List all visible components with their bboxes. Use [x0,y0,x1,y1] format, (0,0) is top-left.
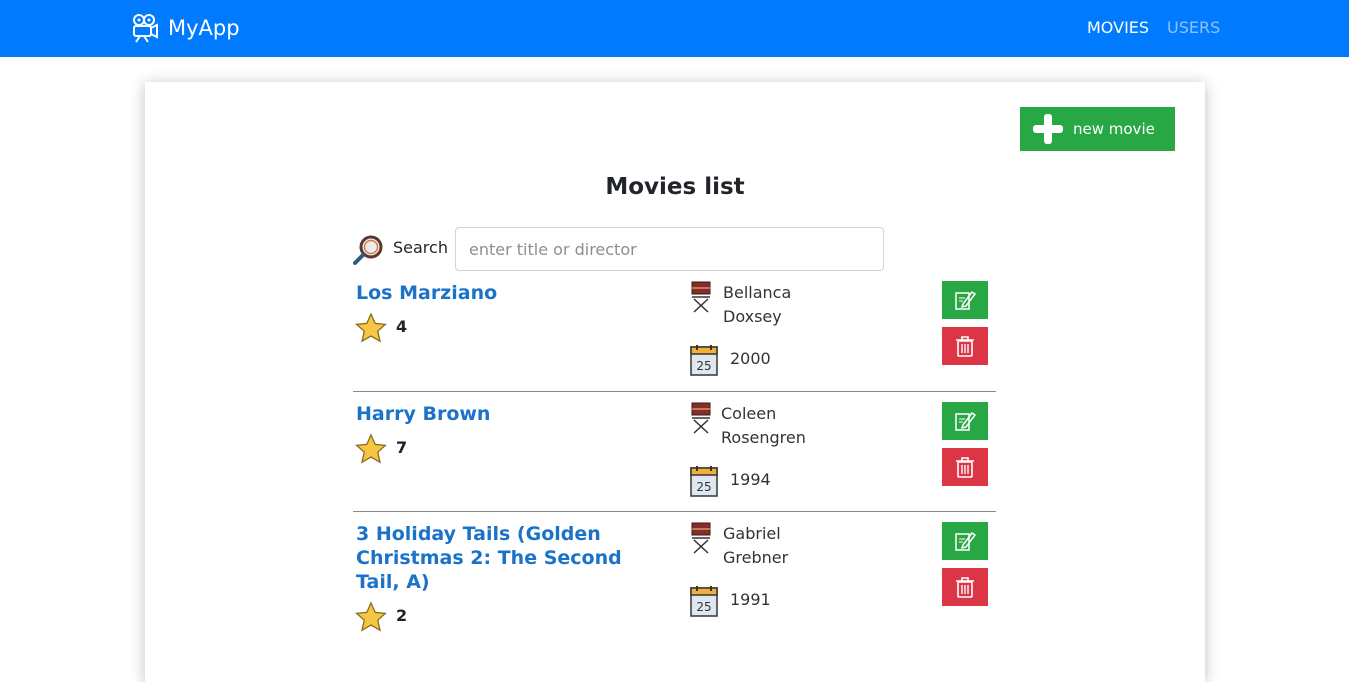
svg-text:25: 25 [696,600,711,614]
edit-icon [955,531,976,551]
trash-icon [956,577,974,598]
search-input[interactable] [455,227,884,271]
row-divider [353,511,996,512]
edit-button[interactable] [942,402,988,440]
trash-icon [956,336,974,357]
year-value: 2000 [730,349,771,368]
rating-value: 4 [396,317,408,336]
movie-title-link[interactable]: 3 Holiday Tails (Golden Christmas 2: The… [356,522,626,594]
delete-button[interactable] [942,448,988,486]
svg-text:25: 25 [696,359,711,373]
director-chair-icon [691,402,711,434]
star-icon [355,601,387,632]
rating-value: 7 [396,438,408,457]
director-name: Bellanca Doxsey [723,283,792,326]
star-icon [355,433,387,464]
nav-link-movies[interactable]: MOVIES [1087,18,1149,37]
page-title: Movies list [605,174,745,200]
calendar-icon: 25 [690,466,718,497]
year-value: 1991 [730,590,771,609]
director-chair-icon [691,522,711,554]
calendar-icon: 25 [690,586,718,617]
new-movie-label: new movie [1073,120,1155,138]
navbar: MyApp MOVIES USERS [0,0,1349,57]
calendar-icon: 25 [690,345,718,376]
magnifier-icon [353,235,383,265]
delete-button[interactable] [942,568,988,606]
plus-icon [1033,114,1063,144]
movie-title-link[interactable]: Harry Brown [356,402,641,426]
director-name: Gabriel Grebner [723,524,789,567]
movie-camera-icon [133,14,158,43]
row-divider [353,391,996,392]
search-label: Search [393,238,448,257]
brand-name: MyApp [168,16,240,40]
trash-icon [956,457,974,478]
movie-title-link[interactable]: Los Marziano [356,281,641,305]
star-icon [355,312,387,343]
new-movie-button[interactable]: new movie [1020,107,1175,151]
year-value: 1994 [730,470,771,489]
rating-value: 2 [396,606,408,625]
nav-link-users[interactable]: USERS [1167,18,1220,37]
edit-icon [955,411,976,431]
brand[interactable]: MyApp [130,13,240,43]
director-name: Coleen Rosengren [721,404,806,447]
director-chair-icon [691,281,711,313]
content-card [145,82,1205,682]
edit-button[interactable] [942,281,988,319]
edit-button[interactable] [942,522,988,560]
edit-icon [955,290,976,310]
delete-button[interactable] [942,327,988,365]
svg-text:25: 25 [696,480,711,494]
